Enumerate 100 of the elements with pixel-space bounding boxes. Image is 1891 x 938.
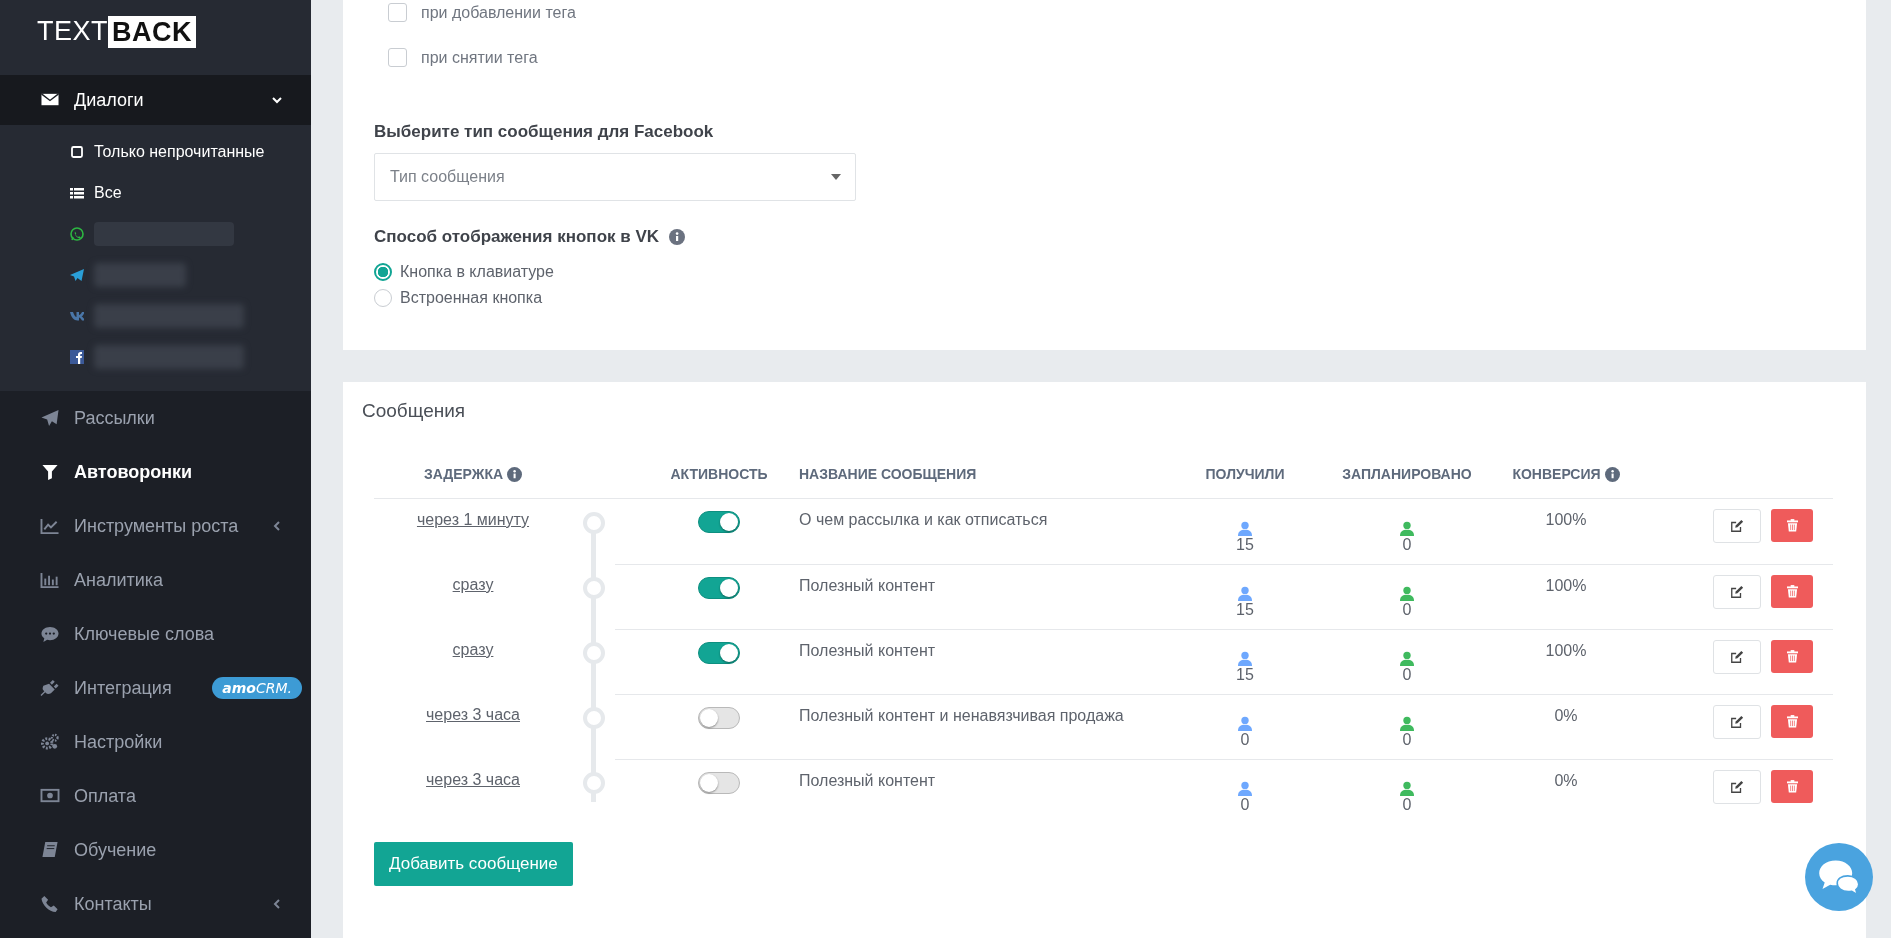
message-name: О чем рассылка и как отписаться bbox=[799, 511, 1048, 530]
message-name: Полезный контент и ненавязчивая продажа bbox=[799, 707, 1124, 726]
paper-plane-icon bbox=[70, 267, 84, 282]
person-icon bbox=[1400, 520, 1414, 536]
nav-item[interactable]: Аналитика bbox=[0, 553, 311, 607]
conversion-value: 100% bbox=[1545, 511, 1587, 530]
section-heading: Выберите тип сообщения для Facebook bbox=[374, 122, 715, 142]
column-header: ЗАДЕРЖКА bbox=[423, 466, 504, 482]
square-icon bbox=[70, 144, 84, 159]
info-icon bbox=[669, 229, 686, 245]
conversion-value: 0% bbox=[1554, 707, 1578, 726]
chevron-left-icon bbox=[271, 898, 283, 910]
person-icon bbox=[1400, 716, 1414, 731]
person-icon bbox=[1238, 651, 1252, 666]
toggle-switch[interactable] bbox=[698, 772, 740, 794]
toggle-switch[interactable] bbox=[698, 642, 740, 664]
nav-item[interactable]: Диалоги bbox=[0, 75, 311, 125]
card-title: Сообщения bbox=[362, 400, 467, 422]
chevron-down-icon bbox=[271, 94, 283, 106]
message-type-dropdown[interactable]: Тип сообщения bbox=[374, 153, 856, 201]
nav-item[interactable]: Рассылки bbox=[0, 391, 311, 445]
edit-button[interactable] bbox=[1713, 770, 1761, 804]
message-name: Полезный контент bbox=[799, 772, 936, 791]
column-header: ПОЛУЧИЛИ bbox=[1205, 466, 1285, 482]
bar-chart-icon bbox=[40, 571, 60, 589]
message-name: Полезный контент bbox=[799, 577, 936, 596]
planned-count: 0 bbox=[1402, 666, 1412, 683]
trash-icon bbox=[1786, 519, 1798, 532]
list-icon bbox=[70, 185, 84, 200]
edit-button[interactable] bbox=[1713, 575, 1761, 609]
nav-item[interactable]: Оплата bbox=[0, 769, 311, 823]
column-header: АКТИВНОСТЬ bbox=[670, 466, 768, 482]
conversion-value: 100% bbox=[1545, 642, 1587, 661]
person-icon bbox=[1400, 781, 1414, 796]
received-count: 0 bbox=[1240, 796, 1250, 813]
trash-icon bbox=[1786, 650, 1798, 663]
edit-button[interactable] bbox=[1713, 509, 1761, 543]
pencil-square-icon bbox=[1730, 585, 1744, 599]
gears-icon bbox=[40, 733, 60, 751]
toggle-switch[interactable] bbox=[698, 707, 740, 729]
submenu-item[interactable]: Все bbox=[0, 172, 311, 213]
whatsapp-icon bbox=[70, 226, 84, 241]
chevron-left-icon bbox=[271, 520, 283, 532]
delay-link[interactable]: сразу bbox=[452, 641, 494, 694]
submenu-item[interactable]: Только непрочитанные bbox=[0, 131, 311, 172]
radio-button[interactable] bbox=[374, 263, 392, 281]
person-icon bbox=[1238, 781, 1252, 796]
delete-button[interactable] bbox=[1771, 705, 1813, 738]
delay-link[interactable]: через 1 минуту bbox=[416, 511, 530, 564]
conversion-value: 0% bbox=[1554, 772, 1578, 791]
nav-item[interactable]: Автоворонки bbox=[0, 445, 311, 499]
plug-icon bbox=[40, 679, 60, 697]
toggle-switch[interactable] bbox=[698, 511, 740, 533]
nav-item[interactable]: Инструменты роста bbox=[0, 499, 311, 553]
delete-button[interactable] bbox=[1771, 640, 1813, 673]
person-icon bbox=[1400, 651, 1414, 666]
message-name: Полезный контент bbox=[799, 642, 936, 661]
book-icon bbox=[40, 841, 60, 859]
pencil-square-icon bbox=[1730, 780, 1744, 794]
pencil-square-icon bbox=[1730, 650, 1744, 664]
facebook-logo-icon bbox=[70, 349, 84, 364]
nav-item[interactable]: Настройки bbox=[0, 715, 311, 769]
radio-label: Встроенная кнопка bbox=[400, 289, 543, 307]
received-count: 15 bbox=[1236, 666, 1254, 683]
person-icon bbox=[1238, 520, 1252, 536]
checkbox[interactable] bbox=[388, 48, 407, 67]
delete-button[interactable] bbox=[1771, 575, 1813, 608]
delay-link[interactable]: через 3 часа bbox=[426, 706, 520, 759]
trash-icon bbox=[1786, 715, 1798, 728]
line-chart-icon bbox=[40, 517, 60, 535]
nav-item[interactable]: Контакты bbox=[0, 877, 311, 931]
funnel-icon bbox=[40, 463, 60, 481]
planned-count: 0 bbox=[1402, 796, 1412, 813]
info-icon bbox=[507, 466, 523, 482]
pencil-square-icon bbox=[1730, 715, 1744, 729]
integration-badge: amoCRM. bbox=[212, 677, 302, 699]
nav-item[interactable]: Ключевые слова bbox=[0, 607, 311, 661]
radio-label: Кнопка в клавиатуре bbox=[400, 263, 554, 281]
column-header: КОНВЕРСИЯ bbox=[1512, 466, 1601, 482]
timeline-node bbox=[582, 512, 605, 534]
planned-count: 0 bbox=[1402, 601, 1412, 618]
nav-item[interactable]: Интеграция amoCRM. bbox=[0, 661, 311, 715]
checkbox-label: при снятии тега bbox=[421, 48, 538, 67]
delete-button[interactable] bbox=[1771, 770, 1813, 803]
person-icon bbox=[1238, 716, 1252, 731]
person-icon bbox=[1238, 586, 1252, 601]
delay-link[interactable]: через 3 часа bbox=[426, 771, 520, 824]
banknote-icon bbox=[40, 787, 60, 805]
delete-button[interactable] bbox=[1771, 509, 1813, 542]
received-count: 0 bbox=[1240, 731, 1250, 748]
phone-icon bbox=[40, 895, 60, 913]
delay-link[interactable]: сразу bbox=[452, 576, 494, 629]
nav-item[interactable]: Обучение bbox=[0, 823, 311, 877]
received-count: 15 bbox=[1236, 535, 1254, 553]
speech-bubble-icon bbox=[40, 625, 60, 643]
checkbox[interactable] bbox=[388, 3, 407, 22]
edit-button[interactable] bbox=[1713, 705, 1761, 739]
toggle-switch[interactable] bbox=[698, 577, 740, 599]
edit-button[interactable] bbox=[1713, 640, 1761, 674]
paper-plane-icon bbox=[40, 409, 60, 427]
